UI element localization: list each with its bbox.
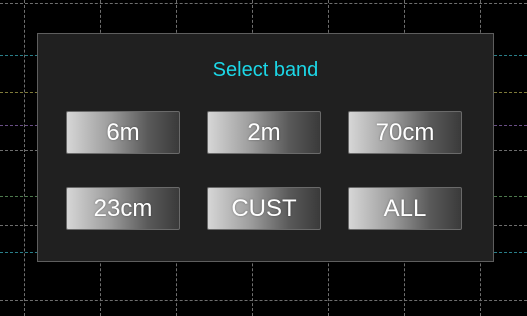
spectrum-screen: Select band 6m 2m 70cm 23cm CUST ALL — [0, 0, 527, 316]
band-button-all[interactable]: ALL — [348, 187, 462, 230]
band-button-6m[interactable]: 6m — [66, 111, 180, 154]
band-button-70cm[interactable]: 70cm — [348, 111, 462, 154]
grid-line-horizontal — [0, 3, 527, 4]
select-band-dialog: Select band 6m 2m 70cm 23cm CUST ALL — [37, 33, 494, 262]
band-button-23cm[interactable]: 23cm — [66, 187, 180, 230]
grid-line-horizontal — [0, 300, 527, 301]
band-button-cust[interactable]: CUST — [207, 187, 321, 230]
grid-line-vertical — [24, 0, 25, 316]
band-button-2m[interactable]: 2m — [207, 111, 321, 154]
dialog-title: Select band — [212, 59, 319, 81]
